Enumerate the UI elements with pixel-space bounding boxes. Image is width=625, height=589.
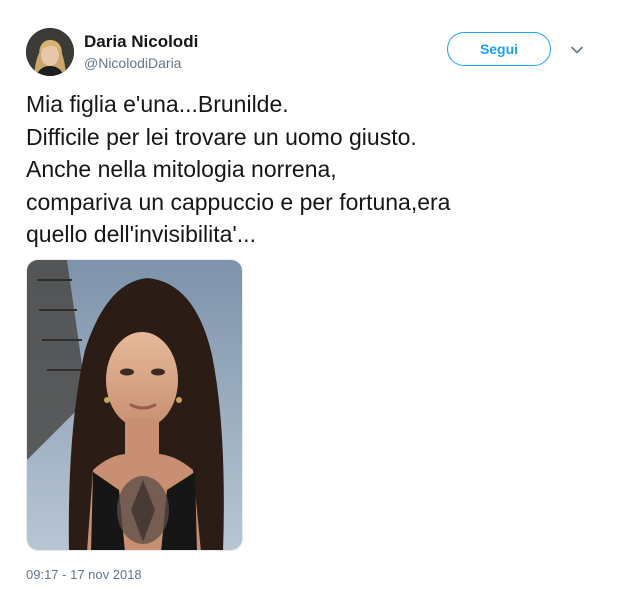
- tweet-photo[interactable]: [26, 259, 243, 551]
- portrait-photo: [27, 260, 242, 550]
- tweet-card: Daria Nicolodi @NicolodiDaria Segui Mia …: [0, 0, 625, 589]
- chevron-down-icon[interactable]: [569, 42, 585, 58]
- author-avatar[interactable]: [26, 28, 74, 76]
- author-display-name[interactable]: Daria Nicolodi: [84, 32, 198, 52]
- avatar-photo-icon: [26, 28, 74, 76]
- follow-button[interactable]: Segui: [447, 32, 551, 66]
- tweet-timestamp[interactable]: 09:17 - 17 nov 2018: [26, 567, 142, 582]
- author-handle[interactable]: @NicolodiDaria: [84, 55, 181, 71]
- tweet-text: Mia figlia e'una...Brunilde. Difficile p…: [26, 91, 451, 247]
